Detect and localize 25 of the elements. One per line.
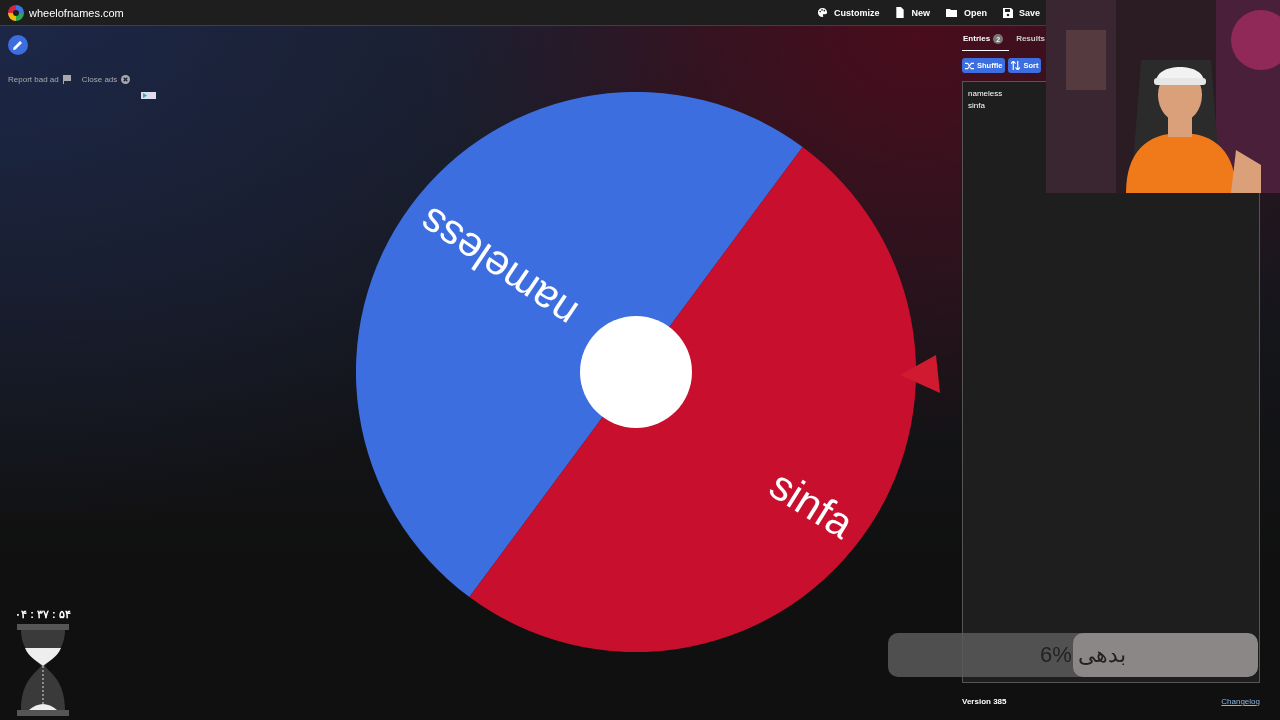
ad-link[interactable]: Report bad ad <box>8 75 59 84</box>
pencil-icon <box>13 40 23 50</box>
timer-text: ۰۴ : ۳۷ : ۵۴ <box>15 608 71 621</box>
wheel-label: sinfa <box>761 460 862 548</box>
tab[interactable]: Results <box>1015 34 1047 50</box>
shuffle-icon <box>965 61 974 70</box>
edit-button[interactable] <box>8 35 28 55</box>
close-icon <box>121 75 131 84</box>
pointer-icon <box>900 355 940 393</box>
menu-button[interactable]: Open <box>945 7 987 18</box>
ad-choices-icon <box>141 92 156 99</box>
menu-button[interactable]: Customize <box>816 7 880 18</box>
changelog-link[interactable]: Changelog <box>1221 697 1260 706</box>
version-text: Version 385 <box>962 697 1007 706</box>
sort-icon <box>1011 61 1021 70</box>
wheel-logo-icon <box>8 4 24 21</box>
menu-button[interactable]: Save <box>1002 7 1040 18</box>
site-title: wheelofnames.com <box>29 6 124 19</box>
file-icon <box>895 7 906 18</box>
folder-icon <box>945 7 958 18</box>
ad-link[interactable]: Close ads <box>81 75 118 84</box>
menu-button[interactable]: New <box>895 7 930 18</box>
wheel-hub[interactable] <box>580 316 692 428</box>
flag-icon <box>62 75 71 84</box>
palette-icon <box>816 7 828 18</box>
